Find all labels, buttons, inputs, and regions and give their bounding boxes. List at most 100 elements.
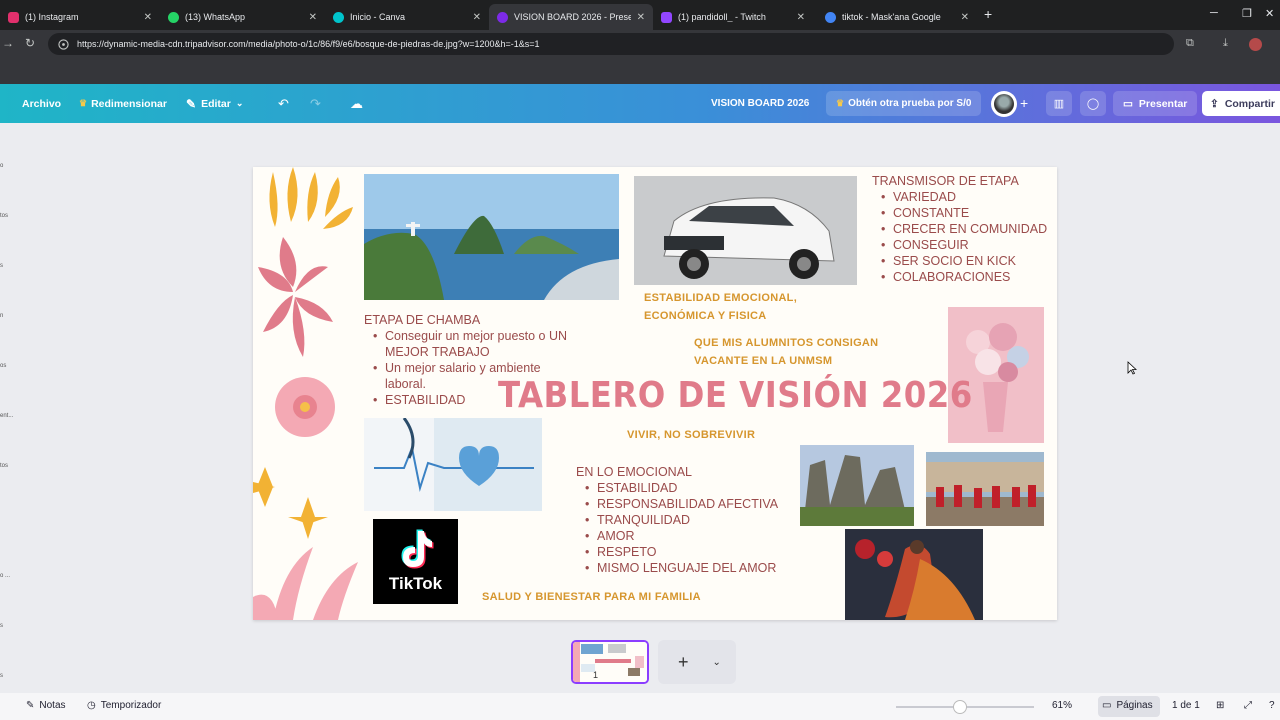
list-item: MISMO LENGUAJE DEL AMOR [576, 560, 778, 576]
list-item: SER SOCIO EN KICK [872, 253, 1047, 269]
close-icon[interactable]: ✕ [473, 12, 481, 23]
list-item: Conseguir un mejor puesto o UN MEJOR TRA… [364, 328, 579, 360]
temporizador-button[interactable]: ◷ Temporizador [87, 700, 161, 711]
rail-item[interactable]: tos [0, 463, 8, 469]
redimensionar-label: Redimensionar [91, 97, 167, 110]
page-count: 1 de 1 [1172, 700, 1200, 711]
site-info-icon[interactable] [58, 38, 69, 50]
forward-icon[interactable]: → [2, 36, 14, 50]
insights-button[interactable]: ▥ [1046, 91, 1072, 116]
rio-photo[interactable] [364, 174, 619, 300]
bottom-status-bar: ✎ Notas ◷ Temporizador 61% ▭ Páginas 1 d… [0, 693, 1280, 720]
pages-icon: ▭ [1102, 700, 1112, 711]
rail-item[interactable]: ent... [0, 413, 13, 419]
dancers-photo[interactable] [926, 452, 1044, 526]
notas-label: Notas [39, 700, 66, 711]
zoom-slider-handle[interactable] [953, 700, 967, 714]
compartir-button[interactable]: ⇪ Compartir [1202, 91, 1280, 116]
list-item: AMOR [576, 528, 778, 544]
health-photo[interactable] [364, 418, 542, 511]
new-tab-plus-icon[interactable]: + [984, 6, 992, 22]
vivir-text: VIVIR, NO SOBREVIVIR [627, 429, 756, 441]
vision-board-slide[interactable]: TikTok TRANSMISOR DE ETAPA • VARIEDAD • … [253, 167, 1057, 620]
crown-icon: ♛ [79, 98, 88, 108]
tab-canva-home[interactable]: Inicio - Canva ✕ [325, 4, 489, 30]
extensions-icon[interactable]: ⧉ [1186, 37, 1194, 50]
pencil-icon: ✎ [186, 96, 197, 111]
grid-view-icon[interactable]: ⊞ [1216, 700, 1224, 711]
page-thumbnail[interactable] [571, 640, 649, 684]
salud-text: SALUD Y BIENESTAR PARA MI FAMILIA [482, 591, 701, 603]
zoom-level[interactable]: 61% [1052, 700, 1072, 711]
close-icon[interactable]: ✕ [309, 12, 317, 23]
redimensionar-button[interactable]: ♛ Redimensionar [79, 84, 167, 123]
suv-photo[interactable] [634, 176, 857, 285]
reload-icon[interactable]: ↻ [25, 36, 35, 50]
omnibox[interactable]: https://dynamic-media-cdn.tripadvisor.co… [48, 33, 1174, 55]
minimize-icon[interactable]: ─ [1210, 7, 1218, 19]
trial-button[interactable]: ♛ Obtén otra prueba por S/0 [826, 91, 982, 116]
emocional-heading: EN LO EMOCIONAL [576, 465, 692, 479]
download-icon[interactable]: ⤓ [1223, 37, 1228, 50]
marinera-photo[interactable] [845, 529, 983, 620]
tab-vision-board[interactable]: VISION BOARD 2026 - Presenta ✕ [489, 4, 653, 30]
chevron-down-icon: ⌄ [235, 98, 244, 108]
list-item: CRECER EN COMUNIDAD [872, 221, 1047, 237]
close-icon[interactable]: ✕ [144, 12, 152, 23]
undo-icon[interactable]: ↶ [278, 96, 289, 112]
rail-item[interactable]: n [0, 313, 3, 319]
profile-avatar[interactable] [1249, 38, 1262, 51]
close-icon[interactable]: ✕ [637, 12, 645, 23]
list-item: CONSTANTE [872, 205, 1047, 221]
presentar-button[interactable]: ▭ Presentar [1113, 91, 1198, 116]
rail-item[interactable]: s [0, 263, 3, 269]
fullscreen-icon[interactable]: ⤢ [1244, 700, 1252, 711]
side-panel-edge: o tos s n os ent... tos o ... s s [0, 123, 14, 693]
comments-button[interactable]: ◯ [1080, 91, 1106, 116]
tab-instagram[interactable]: (1) Instagram ✕ [0, 4, 160, 30]
add-page-button[interactable]: + ⌄ [658, 640, 736, 684]
canva-icon [497, 11, 508, 23]
editar-menu[interactable]: ✎ Editar ⌄ [186, 84, 243, 123]
list-item: ESTABILIDAD [576, 480, 778, 496]
alumnitos-text: QUE MIS ALUMNITOS CONSIGAN VACANTE EN LA… [694, 337, 879, 367]
paginas-label: Páginas [1116, 700, 1153, 711]
transmisor-section: TRANSMISOR DE ETAPA VARIEDAD CONSTANTE C… [872, 173, 1047, 285]
rail-item[interactable]: o ... [0, 573, 10, 579]
whatsapp-icon [168, 11, 179, 23]
window-close-icon[interactable]: ✕ [1265, 7, 1274, 20]
help-icon[interactable]: ? [1269, 700, 1275, 711]
document-title[interactable]: VISION BOARD 2026 [711, 84, 809, 123]
tiktok-logo[interactable]: TikTok [373, 519, 458, 604]
temporizador-label: Temporizador [100, 700, 162, 711]
estabilidad-text: ESTABILIDAD EMOCIONAL, ECONÓMICA Y FISIC… [644, 292, 798, 322]
rail-item[interactable]: tos [0, 213, 8, 219]
chevron-down-icon[interactable]: ⌄ [713, 657, 721, 668]
tab-whatsapp[interactable]: (13) WhatsApp ✕ [160, 4, 325, 30]
tab-label: Inicio - Canva [350, 12, 406, 22]
stone-forest-photo[interactable] [800, 445, 914, 526]
google-icon [825, 11, 836, 23]
rail-item[interactable]: os [0, 363, 6, 369]
add-collaborator-icon[interactable]: + [1020, 95, 1028, 111]
comment-icon: ◯ [1086, 98, 1100, 110]
cloud-save-icon[interactable]: ☁ [350, 96, 363, 112]
close-icon[interactable]: ✕ [961, 12, 969, 23]
redo-icon[interactable]: ↷ [310, 96, 321, 112]
presentar-label: Presentar [1138, 97, 1188, 110]
notas-button[interactable]: ✎ Notas [26, 700, 66, 711]
notes-icon: ✎ [26, 700, 35, 711]
close-icon[interactable]: ✕ [797, 12, 805, 23]
rail-item[interactable]: o [0, 163, 3, 169]
tab-google[interactable]: tiktok - Mask'ana Google ✕ [817, 4, 977, 30]
thumbnail-page-number: 1 [593, 670, 599, 680]
tab-twitch[interactable]: (1) pandidoll_ - Twitch ✕ [653, 4, 813, 30]
rail-item[interactable]: s [0, 673, 3, 679]
instagram-icon [8, 11, 19, 23]
url-text: https://dynamic-media-cdn.tripadvisor.co… [77, 39, 540, 49]
restore-icon[interactable]: ❐ [1242, 7, 1252, 20]
rail-item[interactable]: s [0, 623, 3, 629]
present-icon: ▭ [1123, 97, 1133, 110]
archivo-menu[interactable]: Archivo [22, 84, 61, 123]
paginas-button[interactable]: ▭ Páginas [1102, 700, 1153, 711]
